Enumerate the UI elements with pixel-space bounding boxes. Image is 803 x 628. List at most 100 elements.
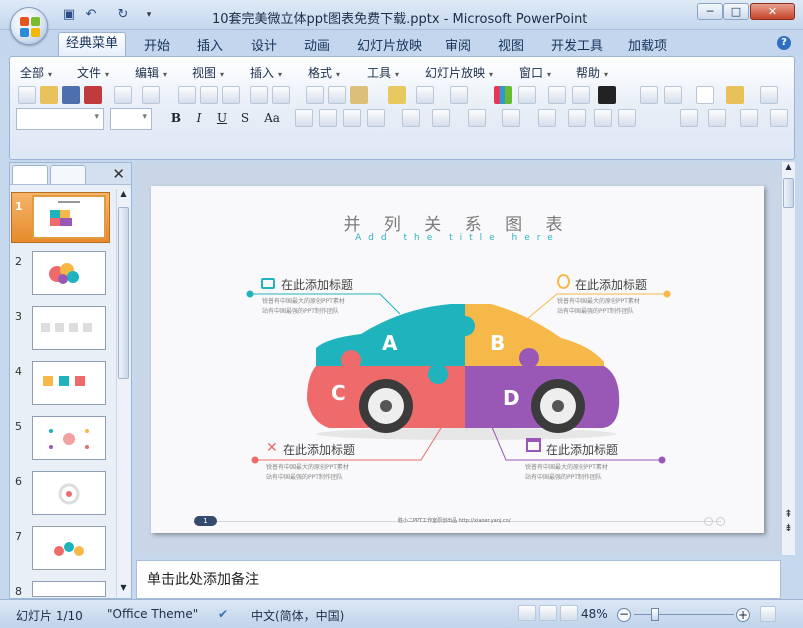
menu-help[interactable]: 帮助 (576, 64, 608, 81)
tab-home[interactable]: 开始 (144, 35, 170, 54)
fit-to-window-icon[interactable] (760, 606, 776, 622)
callout-title-a[interactable]: 在此添加标题 (281, 276, 353, 293)
print-icon[interactable] (178, 86, 196, 104)
scroll-thumb[interactable] (118, 207, 129, 379)
callout-desc-b[interactable]: 锐普有中国最大的原创PPT素材 (557, 297, 640, 307)
numbering-icon[interactable] (468, 109, 486, 127)
undo-icon[interactable] (416, 86, 434, 104)
scroll-up-icon[interactable]: ▲ (783, 162, 794, 171)
slide-thumbnail-1[interactable] (32, 195, 106, 239)
tab-classic-menu[interactable]: 经典菜单 (58, 32, 126, 56)
slide-thumbnail-6[interactable] (32, 471, 106, 515)
align-left-icon[interactable] (295, 109, 313, 127)
customize-quick-access-icon[interactable]: ▾ (140, 7, 158, 23)
picture-icon[interactable] (572, 86, 590, 104)
slide-thumbnail-7[interactable] (32, 526, 106, 570)
justify-icon[interactable] (367, 109, 385, 127)
slide-thumbnail-4[interactable] (32, 361, 106, 405)
shapes-icon[interactable] (680, 109, 698, 127)
columns-icon[interactable] (432, 109, 450, 127)
copy-icon[interactable] (328, 86, 346, 104)
font-size-combo[interactable] (110, 108, 152, 130)
font-name-combo[interactable] (16, 108, 104, 130)
slide-thumbnail-5[interactable] (32, 416, 106, 460)
previous-slide-icon[interactable]: ⇞ (783, 510, 794, 520)
spellcheck-icon[interactable]: ✔ (218, 607, 228, 621)
print-preview-icon[interactable] (200, 86, 218, 104)
scroll-up-icon[interactable]: ▲ (118, 189, 129, 203)
research-icon[interactable] (272, 86, 290, 104)
paste-icon[interactable] (350, 86, 368, 104)
menu-edit[interactable]: 编辑 (135, 64, 167, 81)
help-icon[interactable]: ? (777, 36, 791, 50)
callout-desc-a-2[interactable]: 站有中国最强的PPT制作团队 (262, 307, 339, 317)
menu-window[interactable]: 窗口 (519, 64, 551, 81)
callout-title-b[interactable]: 在此添加标题 (575, 276, 647, 293)
clipart-icon[interactable] (548, 86, 566, 104)
textbox-icon[interactable] (696, 86, 714, 104)
scroll-down-icon[interactable]: ▼ (118, 583, 129, 597)
callout-desc-d-2[interactable]: 站有中国最强的PPT制作团队 (525, 473, 602, 483)
bullets-icon[interactable] (502, 109, 520, 127)
tab-animations[interactable]: 动画 (304, 35, 330, 54)
maximize-button[interactable]: □ (723, 3, 749, 20)
shadow-button[interactable]: S (236, 109, 254, 127)
menu-tools[interactable]: 工具 (367, 64, 399, 81)
slideshow-view-icon[interactable] (560, 605, 578, 621)
new-slide-icon[interactable] (640, 86, 658, 104)
spelling-icon[interactable] (250, 86, 268, 104)
slide-scrollbar[interactable]: ▲ ⇞ ⇟ (781, 162, 795, 555)
tab-insert[interactable]: 插入 (197, 35, 223, 54)
fill-color-icon[interactable] (598, 86, 616, 104)
outline-tab[interactable] (50, 165, 86, 184)
arrange-icon[interactable] (708, 109, 726, 127)
callout-desc-b-2[interactable]: 站有中国最强的PPT制作团队 (557, 307, 634, 317)
callout-desc-c-2[interactable]: 站有中国最强的PPT制作团队 (266, 473, 343, 483)
notes-placeholder[interactable]: 单击此处添加备注 (147, 569, 259, 589)
format-painter-icon[interactable] (388, 86, 406, 104)
tab-addins[interactable]: 加载项 (628, 35, 667, 54)
shape-fill-icon[interactable] (770, 109, 788, 127)
close-button[interactable]: ✕ (750, 3, 795, 20)
language-indicator[interactable]: 中文(简体，中国) (251, 607, 344, 624)
theme-name[interactable]: "Office Theme" (107, 607, 198, 621)
zoom-out-icon[interactable]: − (617, 608, 631, 622)
callout-desc-d[interactable]: 锐普有中国最大的原创PPT素材 (525, 463, 608, 473)
new-icon[interactable] (18, 86, 36, 104)
tab-design[interactable]: 设计 (251, 35, 277, 54)
text-direction-icon[interactable] (402, 109, 420, 127)
thumbnail-scrollbar[interactable]: ▲ ▼ (116, 189, 130, 597)
slide-sorter-icon[interactable] (539, 605, 557, 621)
menu-insert[interactable]: 插入 (250, 64, 282, 81)
increase-indent-icon[interactable] (618, 109, 636, 127)
tab-view[interactable]: 视图 (498, 35, 524, 54)
next-slide-icon[interactable]: ⇟ (783, 524, 794, 534)
align-right-icon[interactable] (343, 109, 361, 127)
zoom-slider-track[interactable] (634, 614, 734, 615)
redo-icon[interactable] (450, 86, 468, 104)
open-icon[interactable] (40, 86, 58, 104)
zoom-slider-thumb[interactable] (651, 608, 659, 621)
underline-button[interactable]: U (213, 109, 231, 127)
callout-desc-c[interactable]: 锐普有中国最大的原创PPT素材 (266, 463, 349, 473)
normal-view-icon[interactable] (518, 605, 536, 621)
chart-icon[interactable] (494, 86, 512, 104)
slides-tab[interactable] (12, 165, 48, 184)
permission-icon[interactable] (114, 86, 132, 104)
save-icon[interactable]: ▣ (60, 7, 78, 23)
table-icon[interactable] (518, 86, 536, 104)
email-icon[interactable] (142, 86, 160, 104)
callout-desc-a[interactable]: 锐普有中国最大的原创PPT素材 (262, 297, 345, 307)
change-case-button[interactable]: Aa (260, 109, 284, 127)
font-shrink-icon[interactable] (568, 109, 586, 127)
italic-button[interactable]: I (190, 109, 208, 127)
menu-format[interactable]: 格式 (308, 64, 340, 81)
zoom-level[interactable]: 48% (581, 607, 608, 621)
pdf-icon[interactable] (84, 86, 102, 104)
save-icon[interactable] (62, 86, 80, 104)
slide-canvas[interactable]: 并 列 关 系 图 表 Add the title here A B C D 在… (151, 186, 764, 533)
slide-thumbnail-3[interactable] (32, 306, 106, 350)
font-grow-icon[interactable] (538, 109, 556, 127)
slide-layout-icon[interactable] (664, 86, 682, 104)
redo-icon[interactable]: ↻ (114, 7, 132, 23)
